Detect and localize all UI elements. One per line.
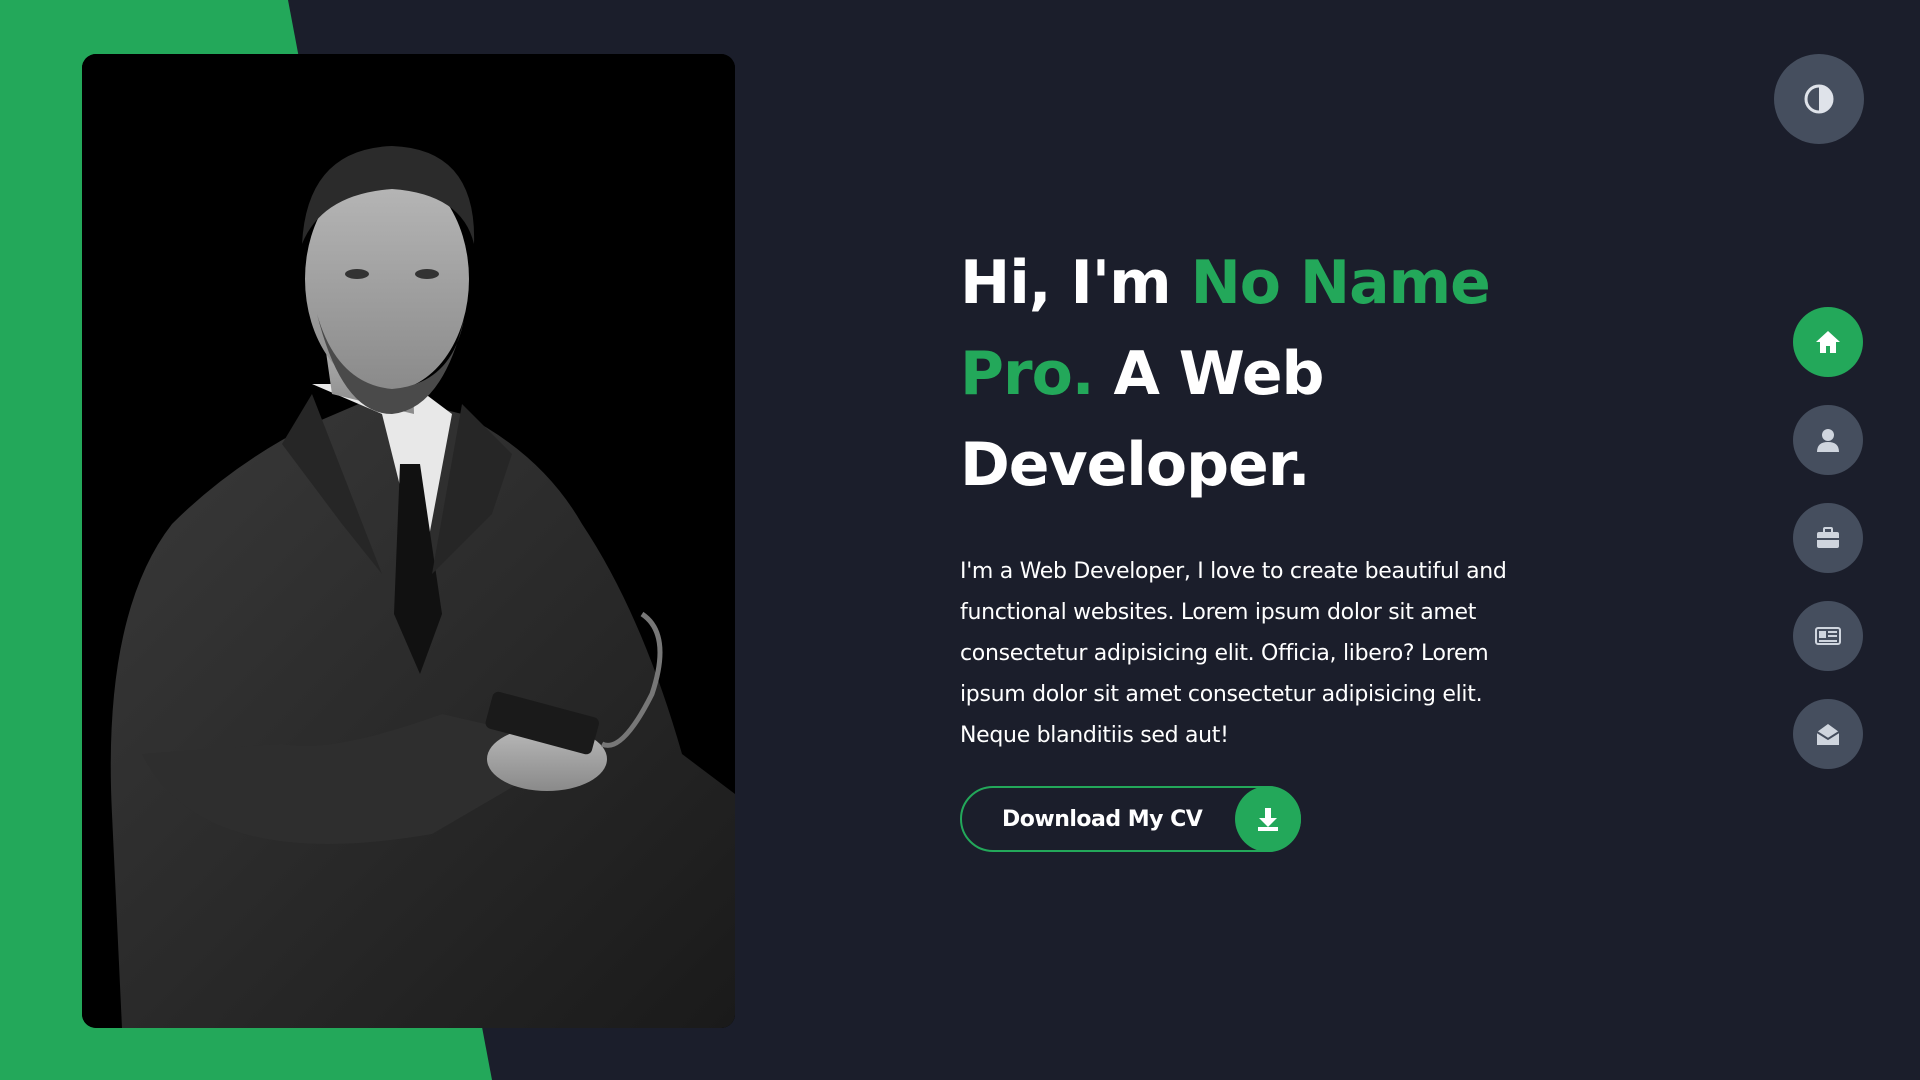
newspaper-icon xyxy=(1815,627,1841,645)
theme-toggle-button[interactable] xyxy=(1774,54,1864,144)
briefcase-icon xyxy=(1817,527,1839,548)
download-cv-label: Download My CV xyxy=(1002,806,1203,832)
hero-title-name: No Name xyxy=(1190,248,1491,318)
nav-portfolio-button[interactable] xyxy=(1793,503,1863,573)
home-icon xyxy=(1816,331,1840,353)
profile-photo xyxy=(82,54,735,1028)
hero-section: Hi, I'm No Name Pro. A Web Developer. I'… xyxy=(960,238,1580,852)
user-icon xyxy=(1817,429,1839,452)
hero-title-name-suffix: Pro. xyxy=(960,339,1095,409)
nav-home-button[interactable] xyxy=(1793,307,1863,377)
hero-title-role-part2: Developer. xyxy=(960,430,1311,500)
hero-title: Hi, I'm No Name Pro. A Web Developer. xyxy=(960,238,1580,511)
nav-about-button[interactable] xyxy=(1793,405,1863,475)
hero-title-greeting: Hi, I'm xyxy=(960,248,1191,318)
hero-description: I'm a Web Developer, I love to create be… xyxy=(960,559,1507,748)
hero-title-role-part1: A Web xyxy=(1093,339,1324,409)
envelope-open-icon xyxy=(1816,724,1840,745)
half-circle-contrast-icon xyxy=(1804,84,1834,114)
side-navigation xyxy=(1793,307,1863,769)
download-icon xyxy=(1235,786,1301,852)
nav-contact-button[interactable] xyxy=(1793,699,1863,769)
download-cv-button[interactable]: Download My CV xyxy=(960,786,1301,852)
portrait-illustration xyxy=(82,54,735,1028)
nav-blog-button[interactable] xyxy=(1793,601,1863,671)
